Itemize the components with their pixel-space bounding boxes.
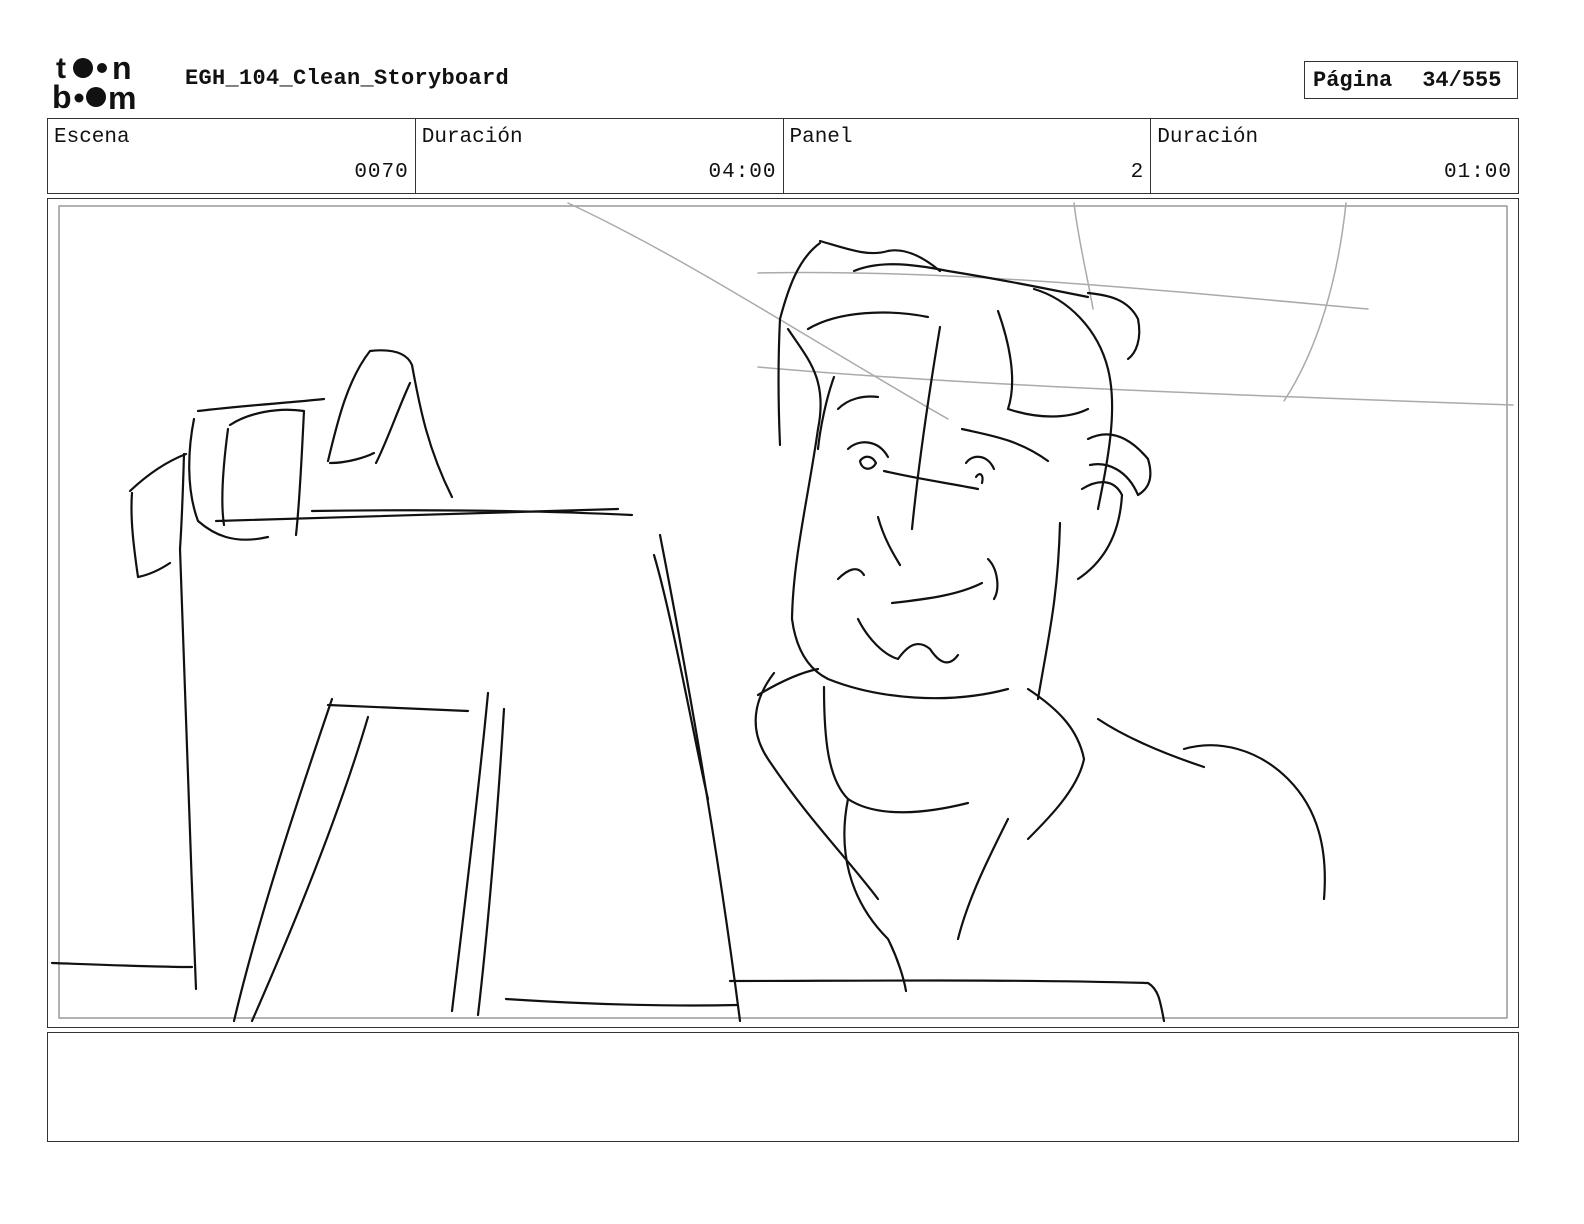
toon-boom-logo: t n b m [50,50,162,112]
scene-duration-value: 04:00 [708,161,777,184]
scene-duration-cell: Duración 04:00 [416,119,784,193]
page-label: Página [1313,67,1393,93]
scene-value: 0070 [354,161,409,184]
page-indicator: Página 34/555 [1304,61,1518,99]
document-title: EGH_104_Clean_Storyboard [185,66,510,91]
page-number: 34/555 [1422,67,1502,93]
character-body-sketch [728,667,1326,1023]
panel-duration-cell: Duración 01:00 [1151,119,1518,193]
svg-text:b: b [52,79,72,112]
safe-frame [58,205,1508,1019]
panel-cell: Panel 2 [784,119,1152,193]
character-head-sketch [777,239,1152,701]
storyboard-panel [47,198,1519,1028]
panel-duration-value: 01:00 [1443,161,1512,184]
panel-duration-label: Duración [1157,126,1259,149]
scene-duration-label: Duración [421,126,523,149]
storyboard-sketch [50,202,1514,1023]
scene-label: Escena [54,126,130,149]
panel-label: Panel [789,126,853,149]
hand-sketch [128,349,454,579]
construction-lines [567,202,1514,420]
panel-notes [47,1032,1519,1142]
svg-text:m: m [108,80,136,112]
board-sketch [50,507,742,1023]
toon-boom-logo-mark: t n b m [52,50,136,112]
scene-info-row: Escena 0070 Duración 04:00 Panel 2 Durac… [47,118,1519,194]
scene-cell: Escena 0070 [48,119,416,193]
panel-value: 2 [1130,161,1145,184]
